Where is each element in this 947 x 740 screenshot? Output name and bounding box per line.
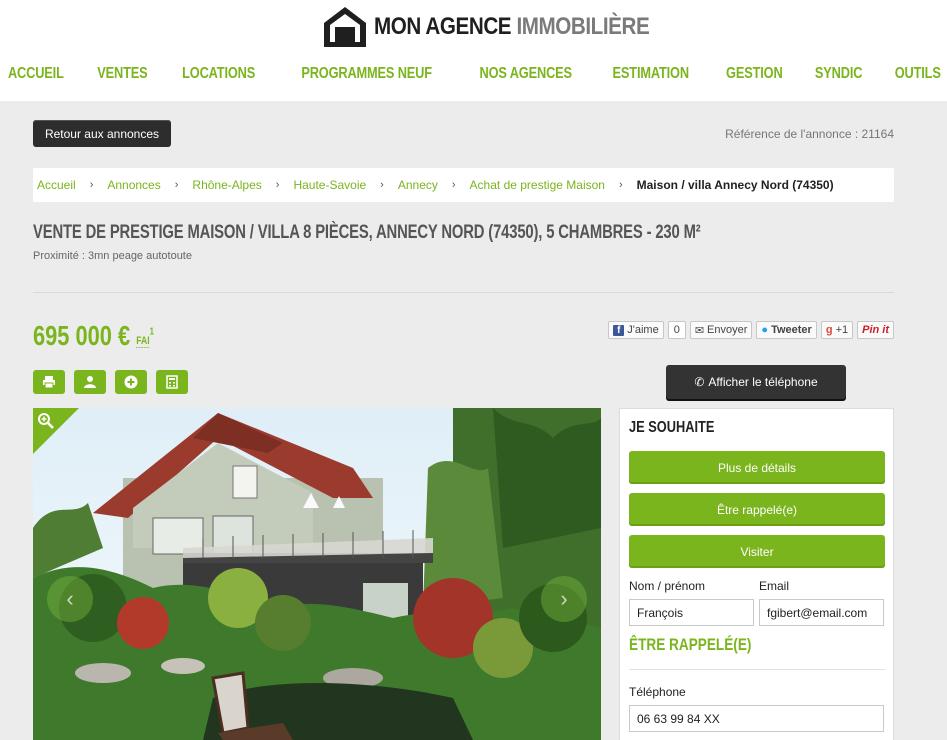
nav-ventes[interactable]: VENTES: [97, 65, 147, 83]
pinterest-button[interactable]: Pin it: [857, 321, 894, 339]
show-phone-button[interactable]: ✆ Afficher le téléphone: [666, 365, 846, 399]
twitter-icon: ●: [761, 324, 769, 336]
logo-text-secondary: IMMOBILIÈRE: [516, 13, 650, 40]
house-logo-icon: [324, 7, 366, 47]
site-header: MON AGENCE IMMOBILIÈRE ACCUEIL VENTES LO…: [0, 0, 947, 101]
callback-button[interactable]: Être rappelé(e): [629, 493, 885, 526]
like-label: J'aime: [627, 324, 659, 336]
nav-syndic[interactable]: SYNDIC: [815, 65, 863, 83]
loan-calculator-button[interactable]: [156, 370, 188, 394]
back-to-listings-button[interactable]: Retour aux annonces: [33, 120, 171, 147]
name-label: Nom / prénom: [629, 579, 706, 593]
show-phone-label: Afficher le téléphone: [708, 375, 818, 389]
google-plus-button[interactable]: g +1: [820, 321, 854, 339]
google-plus-icon: g: [825, 324, 833, 336]
form-title: JE SOUHAITE: [629, 419, 715, 436]
tweet-button[interactable]: ● Tweeter: [756, 321, 817, 339]
visit-button[interactable]: Visiter: [629, 535, 885, 568]
phone-icon: ✆: [694, 375, 705, 389]
price-note: 1: [149, 326, 154, 338]
message-icon: ✉: [694, 324, 705, 337]
nav-nos-agences[interactable]: NOS AGENCES: [479, 65, 572, 83]
print-icon: [43, 376, 55, 389]
nav-accueil[interactable]: ACCUEIL: [8, 65, 64, 83]
nav-outils[interactable]: OUTILS: [894, 65, 940, 83]
divider: [33, 292, 894, 293]
price-value: 695 000 €: [33, 320, 131, 351]
facebook-icon: f: [613, 324, 625, 336]
breadcrumb-annonces[interactable]: Annonces: [107, 178, 160, 192]
facebook-send-button[interactable]: ✉ Envoyer: [689, 321, 753, 339]
chevron-right-icon: ›: [89, 179, 94, 191]
nav-locations[interactable]: LOCATIONS: [183, 65, 256, 83]
pinit-label: Pin it: [862, 324, 889, 336]
next-photo-arrow-icon[interactable]: ›: [541, 576, 587, 622]
like-count: 0: [667, 321, 686, 339]
chevron-right-icon: ›: [618, 179, 623, 191]
breadcrumb-departement[interactable]: Haute-Savoie: [293, 178, 366, 192]
main-nav: ACCUEIL VENTES LOCATIONS PROGRAMMES NEUF…: [0, 65, 947, 83]
email-field[interactable]: fgibert@email.com: [759, 599, 884, 626]
email-label: Email: [759, 579, 790, 593]
calculator-icon: [166, 375, 178, 389]
nav-estimation[interactable]: ESTIMATION: [613, 65, 690, 83]
contact-form-panel: JE SOUHAITE Plus de détails Être rappelé…: [619, 408, 894, 740]
zoom-in-icon[interactable]: [37, 412, 55, 430]
listing-title: VENTE DE PRESTIGE MAISON / VILLA 8 PIÈCE…: [33, 222, 701, 243]
facebook-like-button[interactable]: f J'aime: [608, 321, 664, 339]
listing-price: 695 000 € FAI1: [33, 320, 154, 352]
house-photo: [33, 408, 601, 740]
nav-gestion[interactable]: GESTION: [726, 65, 783, 83]
social-share-bar: f J'aime 0 ✉ Envoyer ● Tweeter g +1 Pin …: [608, 321, 894, 339]
listing-reference: Référence de l'annonce : 21164: [725, 127, 894, 141]
chevron-right-icon: ›: [275, 179, 280, 191]
tweet-label: Tweeter: [771, 324, 812, 336]
listing-tools: [33, 370, 188, 394]
breadcrumb-category[interactable]: Achat de prestige Maison: [470, 178, 605, 192]
add-icon: [124, 375, 138, 389]
breadcrumb-current: Maison / villa Annecy Nord (74350): [636, 178, 834, 192]
listing-subtitle: Proximité : 3mn peage autotoute: [33, 250, 192, 262]
add-favorite-button[interactable]: [115, 370, 147, 394]
chevron-right-icon: ›: [451, 179, 456, 191]
listing-photo[interactable]: ‹ ›: [33, 408, 601, 740]
price-suffix[interactable]: FAI: [136, 335, 150, 348]
previous-photo-arrow-icon[interactable]: ‹: [47, 576, 93, 622]
chevron-right-icon: ›: [174, 179, 179, 191]
phone-field[interactable]: 06 63 99 84 XX: [629, 705, 884, 732]
more-details-button[interactable]: Plus de détails: [629, 451, 885, 484]
chevron-right-icon: ›: [380, 179, 384, 191]
breadcrumb-accueil[interactable]: Accueil: [37, 178, 76, 192]
print-button[interactable]: [33, 370, 65, 394]
contact-agent-button[interactable]: [74, 370, 106, 394]
user-icon: [84, 376, 96, 388]
phone-label: Téléphone: [629, 685, 686, 699]
breadcrumb-city[interactable]: Annecy: [398, 178, 438, 192]
site-logo[interactable]: MON AGENCE IMMOBILIÈRE: [322, 5, 694, 49]
divider: [629, 669, 885, 670]
nav-programmes-neuf[interactable]: PROGRAMMES NEUF: [301, 65, 432, 83]
name-field[interactable]: François: [629, 599, 754, 626]
breadcrumb: Accueil › Annonces › Rhône-Alpes › Haute…: [33, 168, 894, 202]
breadcrumb-region[interactable]: Rhône-Alpes: [192, 178, 261, 192]
gplus-label: +1: [835, 324, 849, 336]
callback-section-title: ÊTRE RAPPELÉ(E): [629, 635, 752, 654]
logo-text-primary: MON AGENCE: [374, 13, 512, 40]
send-label: Envoyer: [707, 324, 748, 336]
